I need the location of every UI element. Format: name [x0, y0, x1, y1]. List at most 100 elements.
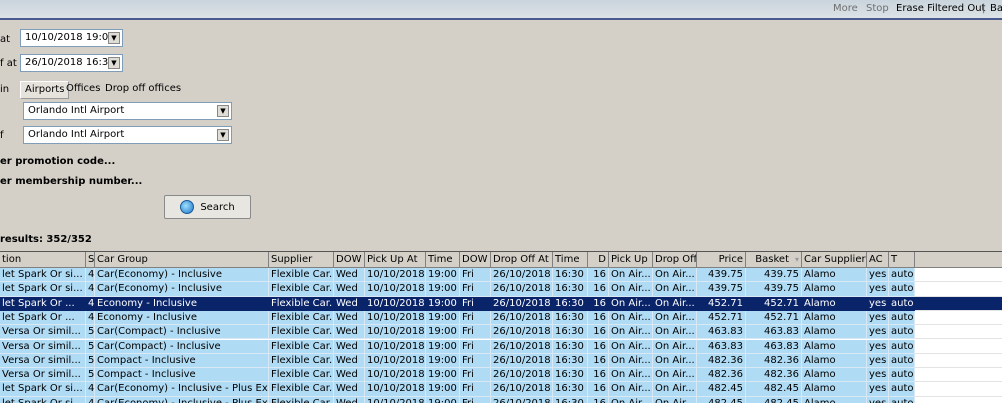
row-filler: [915, 252, 1002, 268]
table-row[interactable]: let Spark Or si...4Car(Economy) - Inclus…: [0, 396, 1002, 403]
table-cell: 19:00: [426, 368, 460, 383]
row-filler: [915, 282, 1002, 297]
table-cell: Fri: [460, 268, 491, 283]
table-row[interactable]: let Spark Or si...4Car(Economy) - Inclus…: [0, 282, 1002, 297]
search-button[interactable]: Search: [164, 195, 251, 219]
column-header[interactable]: DOW: [460, 252, 491, 268]
tab-drop-off-offices[interactable]: Drop off offices: [101, 81, 185, 99]
dropoff-datetime-value: 26/10/2018 16:30: [25, 57, 115, 68]
results-count: results: 352/352: [0, 234, 92, 245]
table-cell: On Air...: [653, 268, 697, 283]
table-cell: 16: [588, 282, 609, 297]
table-cell: Fri: [460, 282, 491, 297]
column-header[interactable]: Pick Up: [609, 252, 653, 268]
table-row[interactable]: Versa Or simil... 5 Compact - Inclusive Fle…: [0, 353, 1002, 369]
table-cell: Fri: [460, 296, 491, 311]
table-cell: Economy - Inclusive: [95, 296, 269, 311]
table-cell: 439.75: [697, 268, 746, 283]
more-button[interactable]: More: [833, 3, 858, 15]
table-cell: 4: [86, 296, 95, 311]
table-row[interactable]: let Spark Or ... 4 Economy - Inclusive Flex…: [0, 310, 1002, 326]
table-cell: On Air...: [609, 382, 653, 397]
table-cell: let Spark Or ...: [0, 310, 86, 326]
table-cell: yes: [867, 368, 889, 383]
column-header[interactable]: S: [86, 252, 95, 268]
table-cell: On Air...: [653, 282, 697, 297]
table-cell: 26/10/2018: [491, 296, 553, 311]
table-cell: 452.71: [697, 310, 746, 326]
table-cell: 19:00: [426, 382, 460, 397]
dropdown-arrow-icon[interactable]: ▼: [217, 129, 229, 141]
column-header[interactable]: Time: [553, 252, 588, 268]
dropoff-at-label: f at: [0, 58, 17, 69]
table-cell: Flexible Car...: [269, 382, 334, 397]
row-filler: [915, 268, 1002, 283]
column-header[interactable]: Basket ▾: [746, 252, 802, 268]
column-header[interactable]: Time: [426, 252, 460, 268]
table-cell: 26/10/2018: [491, 325, 553, 340]
search-in-label: in: [0, 84, 10, 95]
toolbar-next-button[interactable]: Ba: [990, 3, 1002, 15]
table-cell: 16: [588, 325, 609, 340]
table-cell: 439.75: [746, 268, 802, 283]
table-cell: 16: [588, 368, 609, 383]
table-cell: 26/10/2018: [491, 396, 553, 403]
table-cell: yes: [867, 382, 889, 397]
erase-filtered-out-button[interactable]: Erase Filtered Out: [896, 3, 985, 15]
table-cell: auto: [889, 310, 915, 326]
column-header[interactable]: tion: [0, 252, 86, 268]
table-cell: Wed: [334, 268, 365, 283]
column-header[interactable]: Drop Off: [653, 252, 697, 268]
table-row[interactable]: let Spark Or ... 4 Economy - Inclusive Flex…: [0, 296, 1002, 311]
row-filler: [915, 311, 1002, 326]
table-cell: 26/10/2018: [491, 382, 553, 397]
table-cell: auto: [889, 339, 915, 354]
table-row[interactable]: Versa Or simil... 5 Compact - Inclusive Fle…: [0, 368, 1002, 383]
table-cell: 16:30: [553, 310, 588, 326]
column-header[interactable]: Car Supplier: [802, 252, 867, 268]
table-cell: Economy - Inclusive: [95, 310, 269, 326]
column-header[interactable]: D: [588, 252, 609, 268]
table-cell: Flexible Car...: [269, 353, 334, 369]
column-header[interactable]: Supplier: [269, 252, 334, 268]
promotion-code-link[interactable]: er promotion code...: [0, 156, 115, 167]
table-cell: 4: [86, 282, 95, 297]
membership-number-link[interactable]: er membership number...: [0, 176, 142, 187]
column-header[interactable]: Car Group: [95, 252, 269, 268]
column-header[interactable]: Pick Up At: [365, 252, 426, 268]
pickup-datetime-field[interactable]: 10/10/2018 19:00 ▼: [20, 29, 123, 47]
column-header[interactable]: Drop Off At: [491, 252, 553, 268]
table-cell: Compact - Inclusive: [95, 353, 269, 369]
row-filler: [915, 397, 1002, 403]
table-cell: Versa Or simil...: [0, 339, 86, 354]
column-header[interactable]: T: [889, 252, 915, 268]
table-row[interactable]: let Spark Or si...4Car(Economy) - Inclus…: [0, 268, 1002, 283]
table-cell: 16: [588, 339, 609, 354]
table-cell: Flexible Car...: [269, 296, 334, 311]
table-cell: 19:00: [426, 353, 460, 369]
table-cell: Flexible Car...: [269, 268, 334, 283]
column-header[interactable]: AC: [867, 252, 889, 268]
table-row[interactable]: Versa Or simil... 5 Car(Compact) - Inclusi…: [0, 339, 1002, 354]
tab-offices[interactable]: Offices: [62, 81, 104, 99]
column-header[interactable]: Price: [697, 252, 746, 268]
table-row[interactable]: let Spark Or si...4Car(Economy) - Inclus…: [0, 382, 1002, 397]
dropoff-location-select[interactable]: Orlando Intl Airport ▼: [23, 126, 232, 144]
stop-button[interactable]: Stop: [866, 3, 889, 15]
table-cell: 16:30: [553, 268, 588, 283]
table-cell: On Air...: [653, 353, 697, 369]
table-cell: auto: [889, 296, 915, 311]
table-row[interactable]: Versa Or simil... 5 Car(Compact) - Inclusi…: [0, 325, 1002, 340]
table-cell: 10/10/2018: [365, 339, 426, 354]
pickup-location-select[interactable]: Orlando Intl Airport ▼: [23, 102, 232, 120]
table-cell: auto: [889, 282, 915, 297]
dropoff-location-value: Orlando Intl Airport: [28, 129, 125, 140]
dropdown-arrow-icon[interactable]: ▼: [217, 105, 229, 117]
table-cell: 16:30: [553, 282, 588, 297]
dropdown-arrow-icon[interactable]: ▼: [108, 57, 120, 69]
column-header[interactable]: DOW: [334, 252, 365, 268]
dropdown-arrow-icon[interactable]: ▼: [108, 32, 120, 44]
table-cell: On Air...: [653, 368, 697, 383]
table-cell: 482.36: [746, 353, 802, 369]
dropoff-datetime-field[interactable]: 26/10/2018 16:30 ▼: [20, 54, 123, 72]
